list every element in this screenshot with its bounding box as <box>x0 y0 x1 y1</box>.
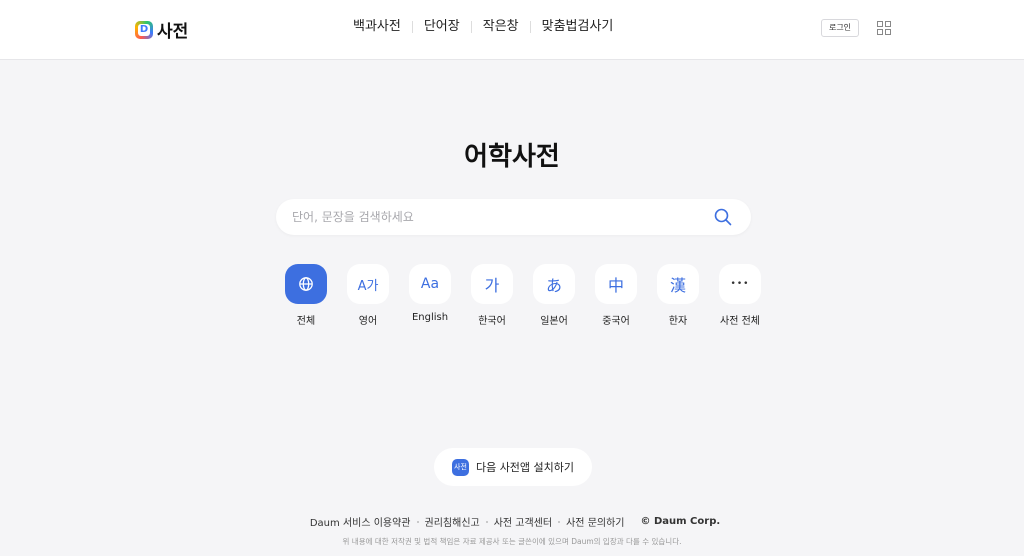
dict-item-korean[interactable]: 가 한국어 <box>461 264 523 327</box>
chinese-icon: 中 <box>595 264 637 304</box>
nav-item-wordbook[interactable]: 단어장 <box>413 18 471 36</box>
dict-item-all[interactable]: 전체 <box>275 264 337 327</box>
search-box <box>276 199 751 235</box>
dict-label: 사전 전체 <box>720 316 760 327</box>
dict-label: English <box>411 312 449 323</box>
nav-item-small-window[interactable]: 작은창 <box>472 18 530 36</box>
logo[interactable]: 사전 <box>135 17 188 42</box>
dict-item-all-dictionaries[interactable]: ••• 사전 전체 <box>709 264 771 327</box>
hanja-icon: 漢 <box>657 264 699 304</box>
dict-label: 한국어 <box>478 316 506 327</box>
install-app-button[interactable]: 사전 다음 사전앱 설치하기 <box>434 448 592 486</box>
login-button[interactable]: 로그인 <box>821 19 859 37</box>
footer-notice: 위 내용에 대한 저작권 및 법적 책임은 자료 제공사 또는 글쓴이에 있으며… <box>342 537 682 546</box>
footer-link-report[interactable]: 권리침해신고 <box>419 514 486 529</box>
nav-item-encyclopedia[interactable]: 백과사전 <box>342 18 412 36</box>
search-input[interactable] <box>292 199 702 235</box>
top-nav: 백과사전 단어장 작은창 맞춤법검사기 <box>342 18 624 36</box>
japanese-icon: あ <box>533 264 575 304</box>
footer-link-support[interactable]: 사전 고객센터 <box>488 514 558 529</box>
daum-logo-icon <box>135 20 153 39</box>
footer-links: Daum 서비스 이용약관 권리침해신고 사전 고객센터 사전 문의하기 © D… <box>0 514 1024 529</box>
dict-item-english[interactable]: Aa English <box>399 264 461 327</box>
dict-label: 영어 <box>358 316 378 327</box>
dict-item-chinese[interactable]: 中 중국어 <box>585 264 647 327</box>
dict-label: 일본어 <box>540 316 568 327</box>
install-app-label: 다음 사전앱 설치하기 <box>475 461 575 474</box>
logo-text: 사전 <box>157 22 189 42</box>
dict-item-english-korean[interactable]: A가 영어 <box>337 264 399 327</box>
header: 사전 백과사전 단어장 작은창 맞춤법검사기 로그인 <box>0 0 1024 60</box>
dictionary-app-icon: 사전 <box>451 458 469 476</box>
english-icon: Aa <box>409 264 451 304</box>
more-icon: ••• <box>719 264 761 304</box>
dict-label: 전체 <box>296 316 316 327</box>
dict-label: 한자 <box>668 316 688 327</box>
footer-link-terms[interactable]: Daum 서비스 이용약관 <box>304 514 417 529</box>
page-title: 어학사전 <box>464 142 560 172</box>
globe-icon <box>285 264 327 304</box>
korean-icon: 가 <box>471 264 513 304</box>
dict-item-hanja[interactable]: 漢 한자 <box>647 264 709 327</box>
nav-item-spell-checker[interactable]: 맞춤법검사기 <box>531 18 625 36</box>
copyright: © Daum Corp. <box>640 516 721 527</box>
footer-link-inquiry[interactable]: 사전 문의하기 <box>560 514 630 529</box>
dictionary-list: 전체 A가 영어 Aa English 가 한국어 あ 일본어 中 중국어 漢 … <box>275 264 771 327</box>
dict-item-japanese[interactable]: あ 일본어 <box>523 264 585 327</box>
dict-label: 중국어 <box>602 316 630 327</box>
app-grid-icon[interactable] <box>877 21 891 35</box>
search-icon[interactable] <box>712 206 734 228</box>
english-korean-icon: A가 <box>347 264 389 304</box>
